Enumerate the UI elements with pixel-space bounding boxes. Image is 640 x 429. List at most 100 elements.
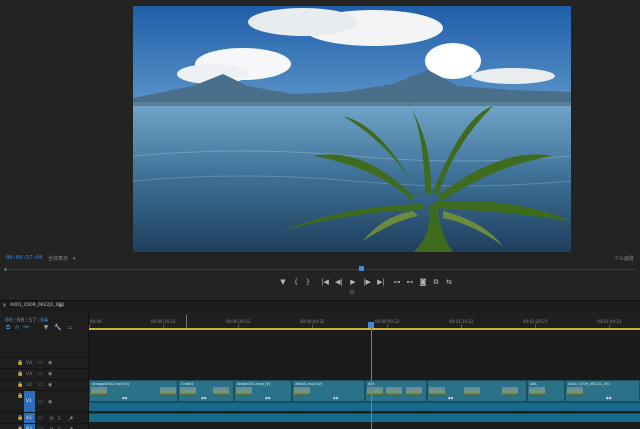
lock-icon[interactable]: 🔒 (17, 382, 23, 388)
clip-thumbnail (180, 387, 196, 396)
eye-icon[interactable]: ◉ (48, 371, 52, 377)
sync-lock-icon[interactable]: ▭ (38, 382, 43, 388)
clip[interactable]: Amapala001.mp4 [V] ◆◆ (89, 380, 178, 402)
keyframe-icon: ◆◆ (448, 396, 454, 400)
track-headers: 00:00:57:04 ⧉ ∩ ⚯ ▼ 🔧 ▭ 🔒 V4 ▭ ◉ 🔒 V3 ▭ … (0, 311, 89, 429)
empty-track-area (89, 330, 640, 347)
track-name: A1 (26, 416, 32, 421)
eye-icon[interactable]: ◉ (48, 360, 52, 366)
clip-thumbnail (429, 387, 445, 396)
clip-thumbnail (160, 387, 176, 396)
video-preview[interactable] (133, 6, 571, 252)
go-to-out-button[interactable]: ▶| (376, 276, 386, 288)
premiere-window: 00:00:57:04 全体表示 ▾ フル画質 ▼ { } |◀ ◀| ▶ |▶ … (0, 0, 640, 429)
solo-icon[interactable]: S (58, 416, 61, 421)
clip[interactable]: Xela01.mp4 [V] ◆◆ (292, 380, 365, 402)
step-back-button[interactable]: ◀| (334, 276, 344, 288)
clip[interactable]: A01 (365, 380, 427, 402)
timeline-panel: × A001_C009_0922J1_001 ≡ 00:00:57:04 ⧉ ∩… (0, 300, 640, 429)
clip-thumbnail (386, 387, 402, 396)
track-name: V1 (26, 399, 32, 404)
export-frame-button[interactable]: ◙ (418, 276, 428, 288)
overwrite-button[interactable]: ⊷ (405, 276, 415, 288)
audio-clip-a2[interactable] (89, 413, 640, 422)
audio-clip-a1[interactable] (89, 402, 640, 411)
monitor-playhead[interactable] (359, 266, 364, 271)
clip-label: A001_C009_0922J1_001 (568, 382, 611, 386)
timeline-tracks[interactable]: 00:00 00:00:14:23 00:00:29:23 00:00:44:2… (89, 311, 640, 429)
mark-out-button[interactable]: } (303, 276, 313, 288)
transport-controls: ▼ { } |◀ ◀| ▶ |▶ ▶| ⊶ ⊷ ◙ ⧉ ⇆ (0, 276, 640, 288)
captions-icon[interactable]: ▭ (66, 324, 74, 332)
track-header-v2: 🔒 V2 ▭ ◉ (0, 379, 89, 390)
clip-thumbnail (529, 387, 545, 396)
sync-lock-icon[interactable]: ▭ (38, 415, 43, 421)
step-forward-button[interactable]: |▶ (362, 276, 372, 288)
clip[interactable]: ABC (527, 380, 565, 402)
close-icon[interactable]: × (2, 302, 7, 309)
lock-icon[interactable]: 🔒 (17, 371, 23, 377)
clip[interactable]: A001_C009_0922J1_001 ◆◆ (565, 380, 640, 402)
timeline-tools: ⧉ ∩ ⚯ ▼ 🔧 ▭ (4, 324, 86, 332)
clip-thumbnail (367, 387, 383, 396)
scrub-track (4, 269, 636, 270)
clip-label: Amapala001.mp4 [V] (92, 382, 130, 386)
monitor-scrub-bar[interactable] (4, 266, 636, 273)
mute-icon[interactable]: M (50, 416, 53, 421)
chevron-down-icon: ▾ (73, 256, 76, 262)
keyframe-icon: ◆◆ (265, 396, 271, 400)
eye-icon[interactable]: ◉ (48, 382, 52, 388)
clip-thumbnail (464, 387, 480, 396)
clip[interactable]: ◆◆ (427, 380, 527, 402)
timeline-tab-bar: × A001_C009_0922J1_001 ≡ (0, 301, 640, 311)
clip-thumbnail (213, 387, 229, 396)
track-name: V4 (26, 361, 32, 366)
clip[interactable]: Atitlan001.mp4 [V] ◆◆ (234, 380, 292, 402)
comparison-view-button[interactable]: ⧉ (431, 276, 441, 288)
track-header-v3: 🔒 V3 ▭ ◉ (0, 368, 89, 379)
wrench-icon[interactable]: 🔧 (54, 324, 62, 332)
mark-in-button[interactable]: { (291, 276, 301, 288)
playback-resolution-select[interactable]: フル画質 (614, 255, 634, 262)
track-lane-v2 (89, 369, 640, 380)
keyframe-icon: ◆◆ (122, 396, 128, 400)
clip-thumbnail (91, 387, 107, 396)
insert-button[interactable]: ⊶ (392, 276, 402, 288)
track-header-a2: 🔒 A2 ▭ M S 🎤 (0, 423, 89, 429)
add-marker-button[interactable]: ▼ (278, 276, 288, 288)
loop-button[interactable]: ⇆ (444, 276, 454, 288)
lock-icon[interactable]: 🔒 (17, 360, 23, 366)
mic-icon[interactable]: 🎤 (68, 416, 73, 421)
keyframe-icon: ◆◆ (333, 396, 339, 400)
clip[interactable]: Chat01 ◆◆ (178, 380, 234, 402)
sync-lock-icon[interactable]: ▭ (38, 371, 43, 377)
add-marker-icon[interactable]: ▼ (42, 324, 50, 332)
zoom-level-select[interactable]: 全体表示 ▾ (48, 255, 76, 262)
track-header-v1: 🔒 V1 ▭ ◉ (0, 390, 89, 412)
clip-thumbnail (502, 387, 518, 396)
track-lane-v3 (89, 358, 640, 369)
clip-label: ABC (530, 382, 538, 386)
sync-lock-icon[interactable]: ▭ (38, 360, 43, 366)
track-header-a1: 🔒 A1 ▭ M S 🎤 (0, 412, 89, 423)
settings-icon[interactable]: ⊙ (346, 288, 358, 298)
keyframe-icon: ◆◆ (606, 396, 612, 400)
panel-menu-icon[interactable]: ≡ (58, 302, 63, 309)
timeline-timecode[interactable]: 00:00:57:04 (5, 316, 48, 324)
clip-label: Xela01.mp4 [V] (295, 382, 323, 386)
keyframe-icon: ◆◆ (201, 396, 207, 400)
lock-icon[interactable]: 🔒 (17, 415, 23, 421)
clip-thumbnail (294, 387, 310, 396)
play-button[interactable]: ▶ (348, 276, 358, 288)
nest-icon[interactable]: ⧉ (4, 324, 12, 332)
lock-icon[interactable]: 🔒 (17, 393, 23, 399)
clip-thumbnail (567, 387, 583, 396)
playhead-timecode[interactable]: 00:00:57:04 (6, 255, 42, 261)
clip-thumbnail (236, 387, 252, 396)
snap-icon[interactable]: ∩ (13, 324, 21, 332)
sync-lock-icon[interactable]: ▭ (38, 399, 43, 405)
sequence-tab[interactable]: A001_C009_0922J1_001 (10, 303, 64, 308)
go-to-in-button[interactable]: |◀ (320, 276, 330, 288)
eye-icon[interactable]: ◉ (48, 399, 52, 405)
linked-selection-icon[interactable]: ⚯ (22, 324, 30, 332)
